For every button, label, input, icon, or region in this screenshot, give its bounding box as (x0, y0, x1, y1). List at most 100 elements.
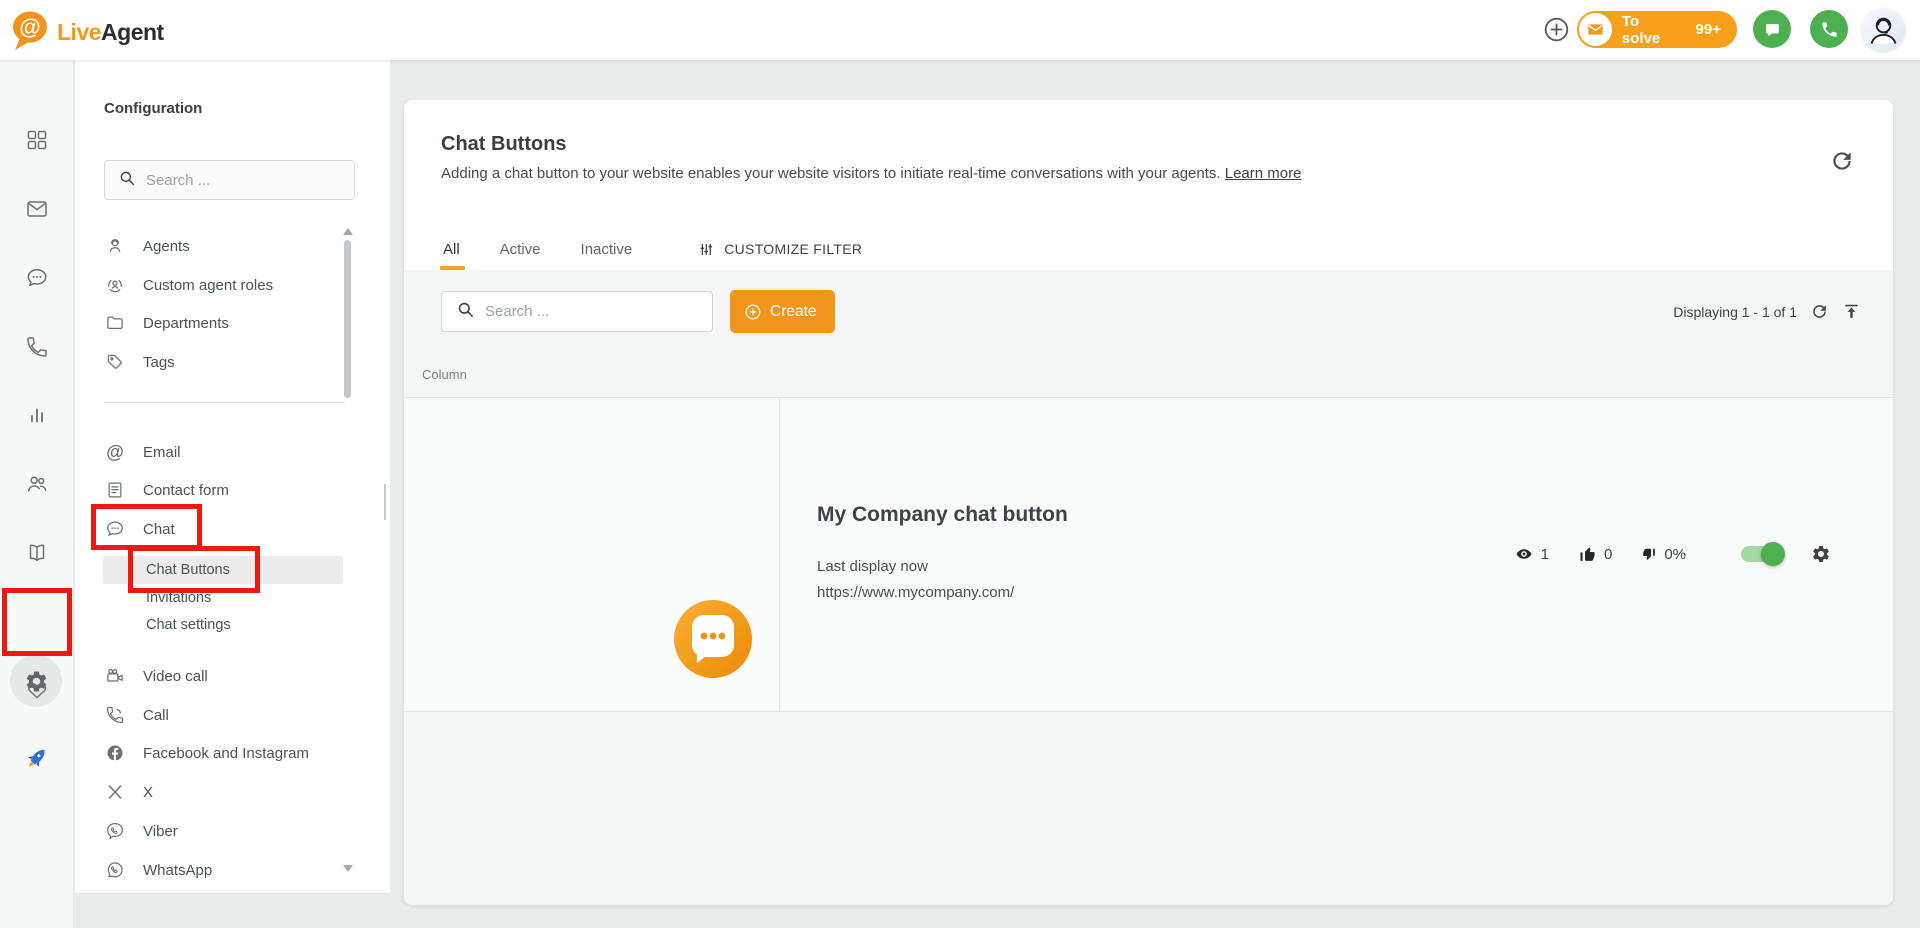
rail-calls[interactable] (15, 325, 59, 369)
sidebar-resize-handle[interactable] (384, 484, 386, 520)
views-count: 1 (1541, 546, 1549, 563)
rail-getting-started[interactable] (15, 736, 59, 780)
sidebar-item-custom-agent-roles[interactable]: Custom agent roles (104, 270, 354, 300)
chat-square-icon (1763, 20, 1782, 39)
rail-chats[interactable] (15, 256, 59, 300)
sidebar-item-label: Video call (143, 668, 208, 685)
page-description: Adding a chat button to your website ena… (441, 165, 1301, 182)
sidebar-item-label: Custom agent roles (143, 277, 273, 294)
last-display: Last display now (817, 558, 928, 575)
rail-favorites[interactable] (15, 668, 59, 712)
column-divider (779, 398, 780, 711)
dislikes-stat: 0% (1642, 546, 1686, 563)
add-new-icon[interactable] (1543, 16, 1570, 43)
thumb-up-icon (1579, 546, 1596, 563)
tab-active[interactable]: Active (500, 228, 541, 270)
x-icon (104, 783, 126, 801)
scrollbar-down-arrow[interactable] (343, 865, 353, 872)
liveagent-logo[interactable]: @ LiveAgent (10, 9, 164, 56)
top-header: @ LiveAgent To solve 99+ (0, 0, 1920, 60)
sidebar-item-agents[interactable]: Agents (104, 231, 354, 261)
search-icon (456, 300, 475, 324)
tab-inactive[interactable]: Inactive (581, 228, 633, 270)
sidebar-search[interactable] (104, 160, 355, 200)
chat-button-name[interactable]: My Company chat button (817, 503, 1068, 527)
scrollbar-up-arrow[interactable] (343, 228, 353, 235)
sidebar-item-contact-form[interactable]: Contact form (104, 475, 354, 505)
sidebar-item-label: Contact form (143, 482, 229, 499)
calls-button[interactable] (1810, 10, 1848, 48)
list-meta: Displaying 1 - 1 of 1 (1673, 290, 1861, 333)
sidebar-item-label: Agents (143, 238, 190, 255)
sidebar-item-call[interactable]: Call (104, 700, 354, 730)
sidebar-item-x[interactable]: X (104, 777, 354, 807)
sidebar-item-label: Facebook and Instagram (143, 745, 309, 762)
sidebar-subitem-chat-settings[interactable]: Chat settings (146, 611, 231, 639)
chat-button-preview[interactable] (673, 599, 753, 679)
plus-circle-icon (744, 303, 762, 321)
sidebar-scrollbar-thumb[interactable] (344, 240, 351, 398)
phone-icon (25, 335, 49, 359)
enabled-toggle[interactable] (1741, 546, 1783, 562)
dashboard-icon (25, 128, 49, 152)
rail-dashboard[interactable] (15, 118, 59, 162)
avatar[interactable] (1862, 8, 1905, 51)
search-icon (118, 169, 136, 192)
envelope-icon (1579, 13, 1612, 46)
sidebar-subitem-chat-buttons[interactable]: Chat Buttons (146, 556, 230, 584)
sidebar-item-whatsapp[interactable]: WhatsApp (104, 855, 354, 885)
chat-icon (104, 519, 126, 539)
sidebar-subitem-invitations[interactable]: Invitations (146, 584, 211, 612)
sidebar-item-departments[interactable]: Departments (104, 308, 354, 338)
button-url: https://www.mycompany.com/ (817, 584, 1014, 601)
row-settings-icon[interactable] (1811, 544, 1831, 564)
sidebar-item-facebook-instagram[interactable]: Facebook and Instagram (104, 738, 354, 768)
app-root: @ LiveAgent To solve 99+ (0, 0, 1920, 928)
rail-knowledge-base[interactable] (15, 531, 59, 575)
book-icon (25, 541, 49, 565)
sidebar-item-viber[interactable]: Viber (104, 816, 354, 846)
rocket-icon (24, 745, 50, 771)
sidebar-item-tags[interactable]: Tags (104, 347, 354, 377)
eye-icon (1515, 545, 1533, 563)
heart-icon (25, 678, 49, 702)
tab-all[interactable]: All (443, 228, 460, 270)
whatsapp-icon (104, 860, 126, 880)
list-search-input[interactable] (485, 303, 685, 320)
sidebar-search-input[interactable] (146, 172, 336, 189)
refresh-page-icon[interactable] (1829, 148, 1855, 174)
page-title: Chat Buttons (441, 133, 567, 156)
chats-button[interactable] (1753, 10, 1791, 48)
list-search[interactable] (441, 291, 713, 332)
sidebar-item-label: Email (143, 444, 181, 461)
description-text: Adding a chat button to your website ena… (441, 165, 1221, 182)
sidebar-item-email[interactable]: @ Email (104, 437, 354, 467)
mail-icon (25, 197, 49, 221)
video-call-icon (104, 666, 126, 686)
rail-customers[interactable] (15, 462, 59, 506)
learn-more-link[interactable]: Learn more (1225, 165, 1302, 182)
sidebar-item-label: Viber (143, 823, 178, 840)
rail-tickets[interactable] (15, 187, 59, 231)
customize-filter-button[interactable]: CUSTOMIZE FILTER (696, 240, 862, 259)
export-icon[interactable] (1842, 302, 1861, 321)
refresh-list-icon[interactable] (1810, 302, 1829, 321)
configuration-sidebar: Configuration Agents Custom agent roles … (75, 60, 390, 894)
toggle-knob (1761, 542, 1785, 566)
sidebar-item-video-call[interactable]: Video call (104, 661, 354, 691)
viber-icon (104, 821, 126, 841)
sidebar-item-label: Call (143, 707, 169, 724)
to-solve-button[interactable]: To solve 99+ (1577, 11, 1737, 48)
likes-stat: 0 (1579, 546, 1612, 563)
rail-reports[interactable] (15, 393, 59, 437)
sidebar-title: Configuration (104, 100, 202, 117)
departments-icon (104, 313, 126, 333)
displaying-count: Displaying 1 - 1 of 1 (1673, 304, 1797, 320)
tab-label: All (443, 241, 460, 258)
sidebar-item-chat[interactable]: Chat (104, 514, 354, 544)
stats-icon (25, 403, 49, 427)
submenu-label: Invitations (146, 590, 211, 606)
logo-text: LiveAgent (57, 19, 164, 46)
create-button[interactable]: Create (730, 290, 835, 333)
agent-roles-icon (104, 275, 126, 295)
